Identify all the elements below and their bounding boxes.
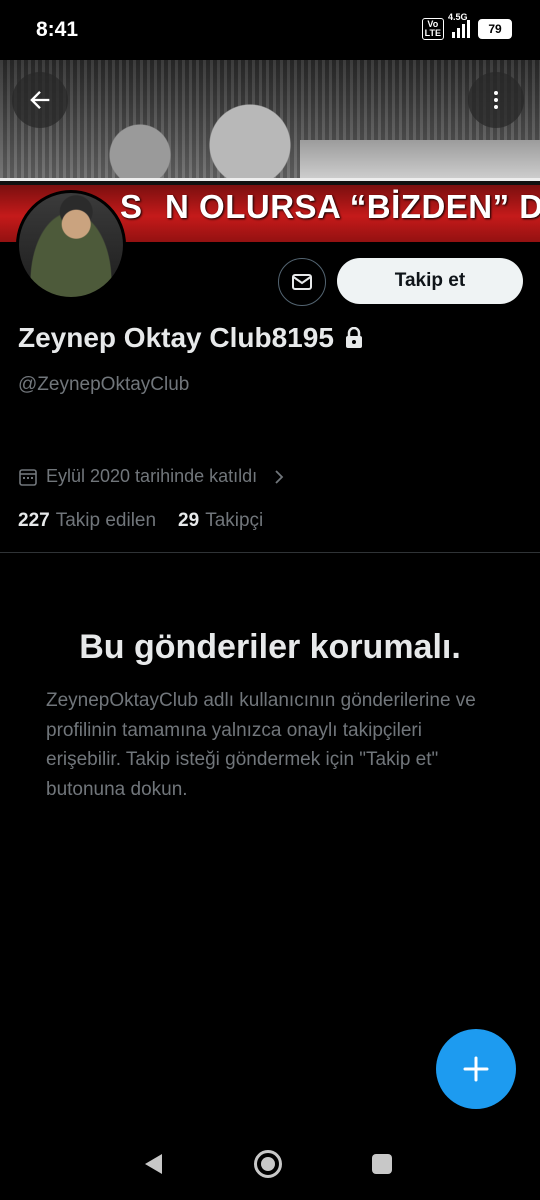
join-date-text: Eylül 2020 tarihinde katıldı	[46, 466, 258, 486]
network-type: 4.5G	[448, 12, 468, 22]
profile-name: Zeynep Oktay Club8195	[18, 322, 364, 354]
protected-body: ZeynepOktayClub adlı kullanıcının gönder…	[46, 690, 476, 800]
envelope-icon	[292, 274, 312, 290]
lock-icon	[345, 327, 362, 348]
followers-label: Takipçi	[205, 510, 264, 531]
following-link[interactable]: 227 Takip edilen	[18, 510, 156, 532]
following-count: 227	[18, 510, 50, 531]
banner-slogan: SEN OLURSA “BİZDEN” DEĞİL!	[120, 188, 540, 225]
join-date[interactable]: Eylül 2020 tarihinde katıldı	[18, 466, 287, 487]
following-label: Takip edilen	[55, 510, 157, 531]
back-button[interactable]	[12, 72, 68, 128]
followers-link[interactable]: 29 Takipçi	[178, 510, 263, 532]
plus-icon	[463, 1056, 489, 1082]
calendar-icon	[19, 468, 37, 486]
nav-home-icon[interactable]	[254, 1150, 282, 1178]
status-bar: 8:41 Vo LTE 4.5G 79	[0, 0, 540, 60]
compose-button[interactable]	[436, 1029, 516, 1109]
status-time: 8:41	[36, 18, 79, 41]
more-vertical-icon	[494, 91, 498, 109]
followers-count: 29	[178, 510, 200, 531]
chevron-right-icon	[275, 469, 284, 484]
system-nav-bar	[0, 1130, 540, 1200]
battery-icon: 79	[478, 19, 512, 39]
follow-button[interactable]: Takip et	[337, 258, 523, 304]
avatar[interactable]	[16, 190, 126, 300]
divider	[0, 552, 540, 553]
status-indicators: Vo LTE 4.5G 79	[421, 12, 512, 40]
nav-recents-icon[interactable]	[372, 1154, 392, 1174]
arrow-left-icon	[30, 91, 50, 109]
profile-handle: @ZeynepOktayClub	[18, 374, 190, 395]
volte-icon: Vo LTE	[421, 18, 444, 40]
protected-title: Bu gönderiler korumalı.	[79, 628, 461, 666]
more-button[interactable]	[468, 72, 524, 128]
message-button[interactable]	[278, 258, 326, 306]
profile-name-text: Zeynep Oktay Club8195	[18, 322, 334, 353]
profile-stats: 227 Takip edilen 29 Takipçi	[18, 510, 263, 532]
signal-icon: 4.5G	[448, 12, 470, 38]
nav-back-icon[interactable]	[142, 1152, 164, 1176]
banner-stadium	[300, 140, 540, 180]
